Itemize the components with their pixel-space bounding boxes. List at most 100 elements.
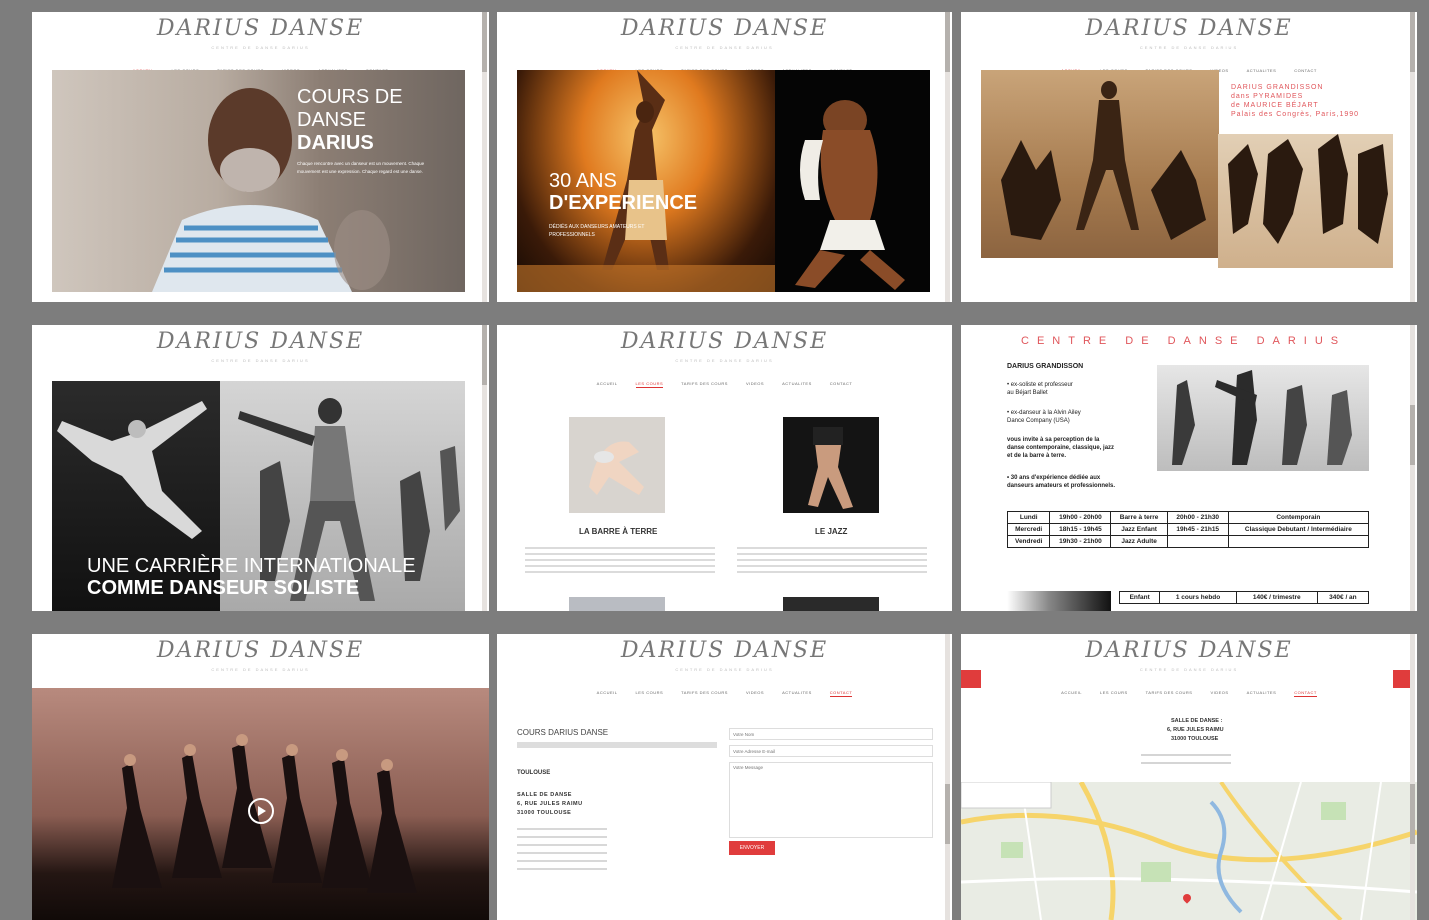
site-logo-subtitle: CENTRE DE DANSE DARIUS	[1139, 45, 1239, 50]
nav-accueil[interactable]: ACCUEIL	[597, 381, 618, 388]
course-photo-jazz[interactable]	[783, 417, 879, 513]
table-cell: Jazz Adulte	[1110, 535, 1168, 548]
scrollbar[interactable]	[482, 325, 487, 611]
stretching-dancer	[589, 441, 644, 495]
sepia-dancers	[1001, 81, 1206, 240]
course-photo-barre[interactable]	[569, 417, 665, 513]
google-map[interactable]	[961, 782, 1417, 920]
main-nav: ACCUEIL LES COURS TARIFS DES COURS VIDEO…	[497, 690, 952, 697]
table-row: Vendredi 19h30 - 21h00 Jazz Adulte	[1006, 535, 1370, 548]
nav-tarifs[interactable]: TARIFS DES COURS	[1146, 690, 1193, 697]
exp-line2: danseurs amateurs et professionnels.	[1007, 483, 1116, 489]
name-field[interactable]	[729, 728, 933, 740]
table-cell: Lundi	[1006, 511, 1051, 524]
hero-title-line3: DARIUS	[297, 132, 374, 154]
invite-line2: danse contemporaine, classique, jazz	[1007, 445, 1115, 451]
site-header: DARIUS DANSE CENTRE DE DANSE DARIUS ACCU…	[32, 12, 489, 78]
contact-intro	[517, 742, 717, 748]
scrollbar[interactable]	[1410, 12, 1415, 302]
hero-title-line1: 30 ANS	[549, 170, 617, 192]
table-cell: 18h15 - 19h45	[1049, 523, 1112, 536]
bullet-1a: • ex-soliste et professeur	[1007, 382, 1073, 388]
nav-contact[interactable]: CONTACT	[1294, 690, 1317, 697]
video-player[interactable]	[32, 688, 489, 920]
scrollbar[interactable]	[482, 12, 487, 302]
site-logo[interactable]: DARIUS DANSE	[157, 638, 364, 663]
hero-title-line1: COURS DE	[297, 86, 403, 108]
site-logo[interactable]: DARIUS DANSE	[621, 16, 828, 41]
caption-line4: Palais des Congrès, Paris,1990	[1231, 111, 1360, 118]
course-photo-3[interactable]	[569, 597, 665, 611]
nav-cours[interactable]: LES COURS	[635, 381, 664, 388]
nav-contact[interactable]: CONTACT	[829, 690, 853, 697]
site-header: DARIUS DANSE CENTRE DE DANSE DARIUS ACCU…	[961, 634, 1417, 700]
studio-dancers	[1172, 370, 1352, 465]
caption-line2: dans PYRAMIDES	[1231, 93, 1304, 100]
pricing-table: Enfant 1 cours hebdo 140€ / trimestre 34…	[1118, 591, 1370, 604]
nav-videos[interactable]: VIDEOS	[746, 381, 764, 388]
table-cell: Vendredi	[1006, 535, 1051, 548]
sepia-photo-right	[1218, 134, 1393, 268]
main-nav: ACCUEIL LES COURS TARIFS DES COURS VIDEO…	[961, 690, 1417, 697]
address-details	[1141, 754, 1231, 770]
nav-actualites[interactable]: ACTUALITES	[782, 381, 812, 388]
caption-line3: de MAURICE BÉJART	[1231, 102, 1319, 109]
scrollbar[interactable]	[945, 12, 950, 302]
contact-section: TOULOUSE	[517, 770, 551, 776]
site-logo-subtitle: CENTRE DE DANSE DARIUS	[211, 45, 310, 50]
table-cell: 340€ / an	[1316, 591, 1370, 604]
screenshot-tarifs: CENTRE DE DANSE DARIUS DARIUS GRANDISSON…	[961, 325, 1417, 611]
site-logo[interactable]: DARIUS DANSE	[1085, 638, 1292, 663]
send-button[interactable]: ENVOYER	[729, 841, 775, 855]
table-cell: 19h45 - 21h15	[1166, 523, 1229, 536]
email-field[interactable]	[729, 745, 933, 757]
table-cell: Contemporain	[1227, 511, 1370, 524]
invite-line1: vous invite à sa perception de la	[1007, 437, 1100, 443]
nav-videos[interactable]: VIDEOS	[746, 690, 764, 697]
site-logo[interactable]: DARIUS DANSE	[621, 638, 828, 663]
table-row: Lundi 19h00 - 20h00 Barre à terre 20h00 …	[1006, 511, 1370, 524]
course-title-barre[interactable]: LA BARRE À TERRE	[579, 527, 657, 536]
nav-contact[interactable]: CONTACT	[1294, 68, 1317, 75]
address-line1: SALLE DE DANSE	[517, 792, 572, 798]
red-tab-left[interactable]	[961, 670, 981, 688]
play-button-icon[interactable]	[248, 798, 274, 824]
address-line1: SALLE DE DANSE :	[1171, 718, 1223, 724]
sepia-dancers-right	[1228, 134, 1388, 244]
nav-videos[interactable]: VIDEOS	[1210, 690, 1228, 697]
hero-line1: UNE CARRIÈRE INTERNATIONALE	[87, 555, 416, 577]
site-logo[interactable]: DARIUS DANSE	[157, 329, 364, 354]
table-cell: 1 cours hebdo	[1159, 591, 1237, 604]
hero-line2: COMME DANSEUR SOLISTE	[87, 577, 360, 599]
nav-actualites[interactable]: ACTUALITES	[1247, 690, 1277, 697]
nav-cours[interactable]: LES COURS	[1100, 690, 1128, 697]
nav-actualites[interactable]: ACTUALITES	[1247, 68, 1277, 75]
site-header: DARIUS DANSE CENTRE DE DANSE DARIUS ACCU…	[961, 12, 1417, 78]
pricing-image	[1007, 591, 1111, 611]
scrollbar[interactable]	[945, 634, 950, 920]
nav-tarifs[interactable]: TARIFS DES COURS	[681, 690, 728, 697]
scrollbar[interactable]	[1410, 634, 1415, 920]
course-title-jazz[interactable]: LE JAZZ	[815, 527, 847, 536]
screenshot-accueil: DARIUS DANSE CENTRE DE DANSE DARIUS ACCU…	[32, 12, 489, 302]
site-logo[interactable]: DARIUS DANSE	[157, 16, 364, 41]
nav-contact[interactable]: CONTACT	[830, 381, 853, 388]
screenshot-map: DARIUS DANSE CENTRE DE DANSE DARIUS ACCU…	[961, 634, 1417, 920]
screenshot-experience: DARIUS DANSE CENTRE DE DANSE DARIUS ACCU…	[497, 12, 952, 302]
nav-actualites[interactable]: ACTUALITES	[782, 690, 812, 697]
site-logo[interactable]: DARIUS DANSE	[621, 329, 828, 354]
site-logo[interactable]: DARIUS DANSE	[1085, 16, 1292, 41]
course-photo-4[interactable]	[783, 597, 879, 611]
site-logo-subtitle: CENTRE DE DANSE DARIUS	[211, 667, 310, 672]
nav-tarifs[interactable]: TARIFS DES COURS	[681, 381, 728, 388]
bullet-2a: • ex-danseur à la Alvin Ailey	[1007, 410, 1081, 416]
nav-accueil[interactable]: ACCUEIL	[1061, 690, 1082, 697]
nav-cours[interactable]: LES COURS	[636, 690, 664, 697]
table-cell: 19h00 - 20h00	[1049, 511, 1112, 524]
message-field[interactable]	[729, 762, 933, 838]
scrollbar[interactable]	[1410, 325, 1415, 611]
course-desc-jazz	[737, 547, 927, 577]
hero-title-line2: DANSE	[297, 109, 366, 131]
caption-line1: DARIUS GRANDISSON	[1231, 84, 1324, 91]
nav-accueil[interactable]: ACCUEIL	[597, 690, 618, 697]
